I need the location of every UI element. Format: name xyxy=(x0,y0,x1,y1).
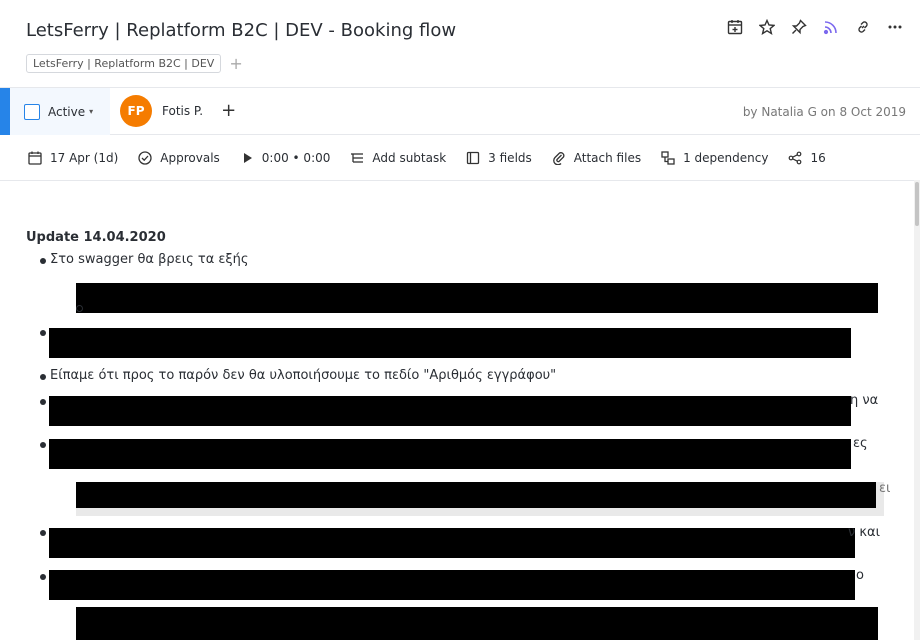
share-button[interactable]: 16 xyxy=(788,151,826,165)
complete-checkbox[interactable] xyxy=(24,103,40,120)
add-list-button[interactable]: + xyxy=(229,55,242,72)
due-date-label: 17 Apr (1d) xyxy=(50,151,119,165)
text-fragment: ο xyxy=(856,568,864,583)
text-fragment: ες xyxy=(853,436,868,451)
play-icon xyxy=(243,153,252,163)
calendar-plus-icon[interactable] xyxy=(726,18,744,36)
header-actions xyxy=(726,18,904,36)
share-count: 16 xyxy=(810,151,826,165)
sub-bullet xyxy=(76,305,83,312)
due-date[interactable]: 17 Apr (1d) xyxy=(28,151,118,165)
redacted-block xyxy=(76,482,876,508)
paperclip-icon xyxy=(552,152,565,165)
approvals-label: Approvals xyxy=(160,151,220,165)
add-subtask-button[interactable]: Add subtask xyxy=(350,151,446,165)
redacted-block xyxy=(49,396,851,426)
check-circle-icon xyxy=(138,151,152,165)
redacted-block xyxy=(49,570,855,600)
rss-icon[interactable] xyxy=(822,18,840,36)
breadcrumb: LetsFerry | Replatform B2C | DEV + xyxy=(26,54,243,73)
redacted-block xyxy=(76,283,878,313)
fields-icon xyxy=(467,151,480,165)
bullet xyxy=(40,442,46,448)
status-selector[interactable]: Active ▾ xyxy=(0,88,110,135)
bullet xyxy=(40,374,46,380)
time-tracked: 0:00 • 0:00 xyxy=(261,151,331,165)
task-meta-bar: 17 Apr (1d) Approvals 0:00 • 0:00 Add su… xyxy=(0,136,920,181)
more-icon[interactable] xyxy=(886,18,904,36)
time-tracker[interactable]: 0:00 • 0:00 xyxy=(240,151,331,165)
text-fragment: η να xyxy=(850,393,879,408)
created-by: by Natalia G on 8 Oct 2019 xyxy=(742,105,906,119)
star-icon[interactable] xyxy=(758,18,776,36)
bullet xyxy=(40,330,46,336)
attach-files-label: Attach files xyxy=(573,151,642,165)
breadcrumb-list[interactable]: LetsFerry | Replatform B2C | DEV xyxy=(26,54,222,73)
custom-fields[interactable]: 3 fields xyxy=(466,151,532,165)
redacted-block xyxy=(49,528,855,558)
status-label: Active xyxy=(48,104,86,119)
dependency-label: 1 dependency xyxy=(683,151,769,165)
list-item: Στο swagger θα βρεις τα εξής xyxy=(50,252,249,267)
bullet xyxy=(40,574,46,580)
share-icon xyxy=(789,151,802,165)
add-assignee-button[interactable]: + xyxy=(221,102,236,120)
bullet xyxy=(40,530,46,536)
dependency-icon xyxy=(661,151,675,165)
dependencies[interactable]: 1 dependency xyxy=(661,151,768,165)
text-fragment: ν και xyxy=(848,525,881,540)
assignee-name: Fotis P. xyxy=(162,104,204,118)
scrollbar-thumb[interactable] xyxy=(915,182,919,226)
attach-files-button[interactable]: Attach files xyxy=(552,151,641,165)
redacted-block xyxy=(76,607,878,640)
fields-label: 3 fields xyxy=(488,151,532,165)
bullet xyxy=(40,399,46,405)
link-icon[interactable] xyxy=(854,18,872,36)
list-item: Είπαμε ότι προς το παρόν δεν θα υλοποιήσ… xyxy=(50,368,557,383)
task-header: LetsFerry | Replatform B2C | DEV - Booki… xyxy=(0,0,920,88)
add-subtask-label: Add subtask xyxy=(372,151,447,165)
status-row: Active ▾ FP Fotis P. + by Natalia G on 8… xyxy=(0,88,920,135)
pin-icon[interactable] xyxy=(790,18,808,36)
assignee[interactable]: FP Fotis P. + xyxy=(120,95,236,127)
subtask-icon xyxy=(351,153,364,163)
redacted-block xyxy=(49,439,851,469)
avatar[interactable]: FP xyxy=(120,95,152,127)
task-title[interactable]: LetsFerry | Replatform B2C | DEV - Booki… xyxy=(26,20,456,41)
text-fragment: ει xyxy=(879,481,891,496)
calendar-icon xyxy=(28,151,42,165)
update-heading: Update 14.04.2020 xyxy=(26,230,166,245)
bullet xyxy=(40,258,46,264)
redacted-block xyxy=(49,328,851,358)
approvals[interactable]: Approvals xyxy=(138,151,220,165)
scrollbar-track[interactable] xyxy=(914,180,920,640)
chevron-down-icon: ▾ xyxy=(89,107,94,116)
